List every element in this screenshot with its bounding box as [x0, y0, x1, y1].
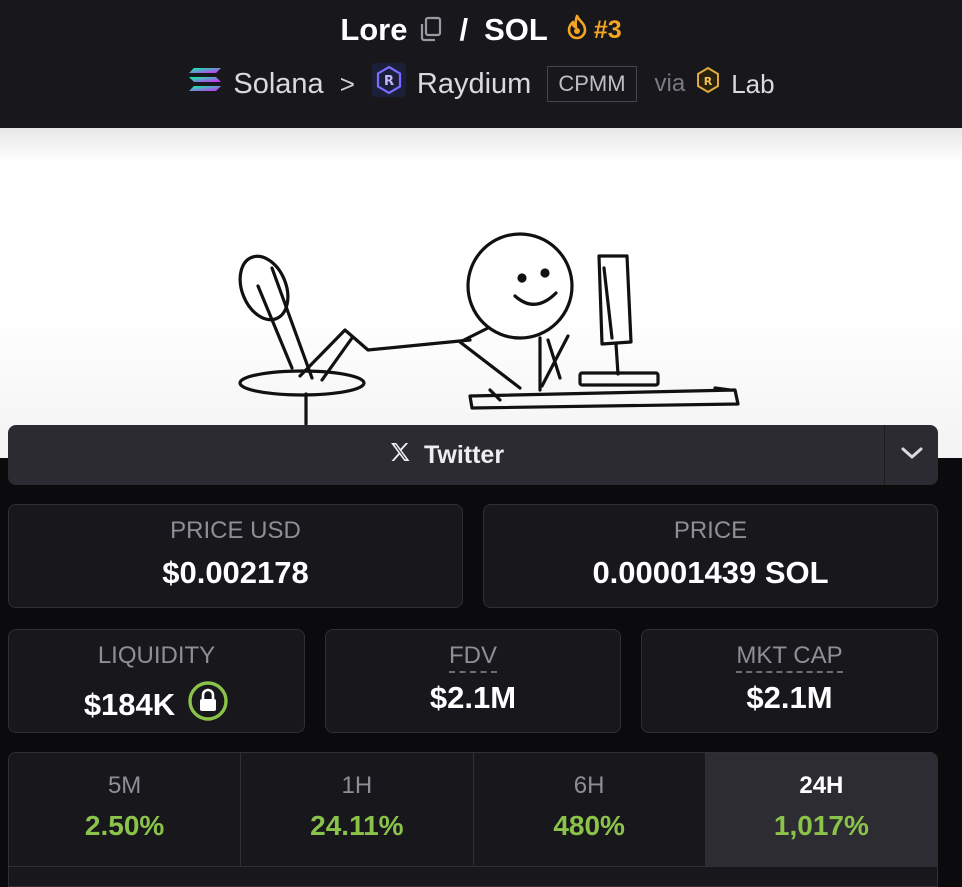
launchpad-link[interactable]: Lab: [731, 69, 774, 100]
price-usd-value: $0.002178: [162, 555, 309, 590]
tab-5m[interactable]: 5M 2.50%: [9, 753, 242, 866]
fdv-value: $2.1M: [429, 680, 517, 715]
svg-text:R: R: [704, 75, 713, 88]
dex-link[interactable]: Raydium: [417, 68, 531, 101]
price-change-value: 24.11%: [310, 810, 404, 841]
timeframe-label: 1H: [341, 772, 373, 799]
tab-1h[interactable]: 1H 24.11%: [241, 753, 474, 866]
liquidity-card: LIQUIDITY $184K: [8, 629, 305, 733]
trending-rank-badge[interactable]: #3: [566, 14, 622, 47]
chevron-down-icon: [900, 445, 924, 466]
breadcrumb: Solana > R Raydium CPMM via R Lab: [0, 62, 962, 106]
svg-text:R: R: [384, 74, 394, 89]
liquidity-value-row: $184K: [9, 680, 304, 730]
banner-top-shade: [0, 128, 962, 163]
pool-type-badge: CPMM: [547, 66, 637, 102]
twitter-bar: Twitter: [8, 425, 938, 485]
price-change-value: 480%: [553, 810, 625, 841]
mktcap-value: $2.1M: [746, 680, 833, 715]
fdv-label-wrap[interactable]: FDV: [326, 642, 620, 673]
price-native-value: 0.00001439 SOL: [592, 555, 829, 590]
timeframe-label: 24H: [799, 772, 844, 799]
tab-24h[interactable]: 24H 1,017%: [705, 753, 937, 866]
mktcap-label: MKT CAP: [736, 642, 843, 673]
liquidity-label: LIQUIDITY: [97, 642, 216, 669]
flame-icon: [566, 14, 588, 47]
via-label: via: [654, 70, 686, 97]
price-native-label: PRICE: [673, 517, 748, 544]
copy-icon[interactable]: [418, 16, 444, 44]
pair-title: Lore / SOL #3: [0, 12, 962, 48]
more-links-dropdown[interactable]: [884, 425, 938, 485]
x-logo-icon: [388, 440, 412, 471]
lab-icon: R: [695, 66, 721, 102]
pair-separator: /: [459, 12, 469, 47]
trending-rank: #3: [593, 15, 622, 44]
price-change-value: 1,017%: [773, 810, 869, 841]
chain-link[interactable]: Solana: [233, 68, 323, 101]
raydium-icon: R: [371, 62, 407, 106]
timeframe-label: 6H: [573, 772, 605, 799]
fdv-label: FDV: [449, 642, 497, 673]
fdv-card: FDV $2.1M: [325, 629, 621, 733]
twitter-button[interactable]: Twitter: [8, 440, 884, 471]
quote-symbol: SOL: [484, 12, 548, 47]
twitter-label: Twitter: [423, 440, 505, 469]
mktcap-label-wrap[interactable]: MKT CAP: [642, 642, 937, 673]
price-native-card: PRICE 0.00001439 SOL: [483, 504, 938, 608]
tab-6h[interactable]: 6H 480%: [474, 753, 706, 866]
price-change-value: 2.50%: [84, 810, 165, 841]
token-symbol: Lore: [340, 12, 408, 47]
market-cap-card: MKT CAP $2.1M: [641, 629, 938, 733]
stick-figure-drawing: [238, 232, 740, 426]
lock-icon[interactable]: [187, 680, 229, 730]
timeframe-label: 5M: [107, 772, 142, 799]
token-banner-image: [0, 128, 962, 458]
liquidity-value: $184K: [83, 687, 176, 722]
timeframe-tabs: 5M 2.50% 1H 24.11% 6H 480% 24H 1,017%: [9, 753, 937, 867]
pair-header: Lore / SOL #3 Solana > R Raydium CPMM vi…: [0, 0, 962, 128]
solana-icon: [187, 65, 223, 103]
price-usd-card: PRICE USD $0.002178: [8, 504, 463, 608]
price-usd-label: PRICE USD: [170, 517, 301, 544]
chevron-right-icon: >: [339, 68, 355, 99]
timeframe-panel: 5M 2.50% 1H 24.11% 6H 480% 24H 1,017%: [8, 752, 938, 887]
